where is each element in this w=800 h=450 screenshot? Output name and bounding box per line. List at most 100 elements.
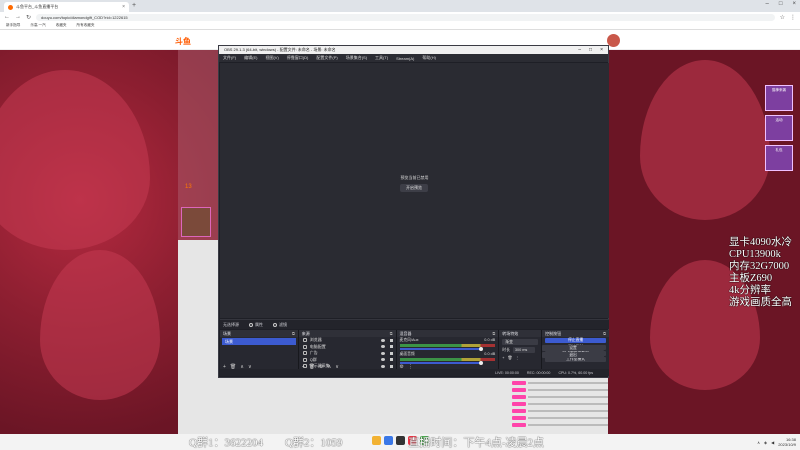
obs-close-icon[interactable]: × — [600, 47, 603, 53]
obs-preview[interactable]: 预览当前已禁用 开启预览 — [220, 63, 609, 318]
clock-date: 2023/10/9 — [778, 442, 796, 447]
obs-minimize-icon[interactable]: – — [578, 47, 581, 53]
bookmark-item[interactable]: 收藏夹 — [56, 23, 67, 28]
visibility-eye-icon[interactable] — [380, 338, 385, 342]
exit-button[interactable]: 退出 — [542, 352, 604, 358]
audio-mixer-dock: 混音器 ⧉ 麦克风/Aux 0.0 dB 桌面音频 0.0 dB ⚙ ⋮ — [396, 330, 499, 370]
reload-icon[interactable]: ↻ — [26, 14, 31, 21]
volume-icon[interactable]: ◀ — [771, 440, 774, 445]
source-name: 广告 — [309, 350, 318, 356]
visibility-eye-icon[interactable] — [380, 351, 385, 355]
channel-name: 麦克风/Aux — [399, 338, 419, 342]
properties-button[interactable]: 属性 — [249, 322, 263, 328]
side-ad[interactable]: 活动 — [765, 115, 793, 141]
minimize-icon[interactable]: – — [766, 1, 769, 7]
channel-db: 0.0 dB — [484, 352, 496, 356]
window-controls: – □ × — [766, 1, 796, 7]
lock-icon[interactable] — [389, 358, 393, 362]
side-ad[interactable]: 礼包 — [765, 145, 793, 171]
transitions-dock: 转场特效 渐变 时长 300 ms + 🗑 ⋮ — [499, 330, 542, 370]
transition-select[interactable]: 渐变 — [502, 339, 539, 345]
browser-tab-title: 斗鱼平台_斗鱼直播平台 — [16, 4, 59, 9]
remove-transition-icon[interactable]: 🗑 — [508, 355, 513, 360]
tray-arrow-icon[interactable]: ∧ — [757, 440, 760, 445]
browser-menu-icon[interactable]: ⋮ — [790, 14, 796, 21]
chat-line — [512, 407, 608, 414]
new-tab-icon[interactable]: + — [132, 2, 136, 9]
enable-preview-button[interactable]: 开启预览 — [400, 184, 428, 192]
obs-window: OBS 29.1.3 (64-bit, windows) - 配置文件: 未命名… — [218, 45, 609, 378]
lock-icon[interactable] — [389, 351, 393, 355]
visibility-eye-icon[interactable] — [380, 345, 385, 349]
menu-profile[interactable]: 配置文件(P) — [316, 55, 337, 61]
address-bar[interactable]: douyu.com/topic/diamondgift_COD?rid=1222… — [36, 13, 775, 21]
add-transition-icon[interactable]: + — [502, 356, 504, 360]
douyu-logo[interactable]: 斗鱼 — [175, 36, 191, 47]
close-window-icon[interactable]: × — [792, 1, 796, 7]
controls-title: 控制按钮 — [545, 330, 562, 336]
menu-stream[interactable]: Stream(A) — [396, 56, 414, 61]
forward-icon[interactable]: → — [15, 14, 21, 20]
obs-maximize-icon[interactable]: □ — [589, 47, 592, 53]
bookmark-item[interactable]: 所有收藏夹 — [77, 23, 95, 28]
chat-line — [512, 421, 608, 428]
system-tray: ∧ ◈ ◀ 16:38 2023/10/9 — [757, 437, 796, 447]
volume-slider[interactable] — [399, 347, 484, 351]
clock[interactable]: 16:38 2023/10/9 — [778, 437, 796, 447]
transition-actions: + 🗑 ⋮ — [502, 355, 538, 361]
maximize-icon[interactable]: □ — [779, 1, 783, 7]
duration-field[interactable]: 300 ms — [512, 347, 535, 353]
source-name: Q群 — [309, 356, 317, 362]
image-source-icon — [302, 351, 307, 356]
filter-icon — [273, 322, 277, 327]
controls-dock-header: 控制按钮 ⧉ — [542, 330, 609, 337]
source-name: 浏览器 — [309, 337, 322, 343]
visibility-eye-icon[interactable] — [380, 358, 385, 362]
bookmark-item[interactable]: 新手指导 — [6, 23, 20, 28]
back-icon[interactable]: ← — [4, 14, 10, 20]
streamer-avatar[interactable] — [181, 207, 211, 237]
settings-button[interactable]: 设置 — [542, 345, 604, 351]
filters-button[interactable]: 滤镜 — [273, 322, 287, 328]
undock-icon[interactable]: ⧉ — [390, 331, 393, 336]
mixer-title: 混音器 — [399, 330, 412, 336]
bookmark-star-icon[interactable]: ☆ — [780, 14, 785, 21]
menu-docks[interactable]: 停靠窗口(D) — [287, 55, 309, 61]
close-tab-icon[interactable]: × — [122, 4, 125, 10]
chat-list — [512, 372, 608, 432]
mixer-channel: 麦克风/Aux 0.0 dB — [397, 337, 499, 351]
image-source-icon — [302, 344, 307, 349]
undock-icon[interactable]: ⧉ — [603, 331, 606, 336]
browser-tab[interactable]: 斗鱼平台_斗鱼直播平台 × — [4, 2, 129, 12]
live-timer: LIVE: 00:00:00 — [495, 370, 519, 375]
lock-icon[interactable] — [389, 338, 393, 342]
transition-menu-icon[interactable]: ⋮ — [515, 355, 519, 360]
scenes-dock-header: 场景 ⧉ — [220, 330, 298, 337]
menu-file[interactable]: 文件(F) — [223, 55, 236, 61]
scene-list-item[interactable]: 场景 — [222, 338, 296, 345]
menu-scene-collection[interactable]: 场景集合(S) — [346, 55, 367, 61]
scenes-dock: 场景 ⧉ 场景 + 🗑 ∧ ∨ — [220, 330, 298, 370]
address-row: ← → ↻ douyu.com/topic/diamondgift_COD?ri… — [0, 12, 800, 22]
menu-tools[interactable]: 工具(T) — [375, 55, 388, 61]
network-icon[interactable]: ◈ — [764, 440, 767, 445]
spec-line: 游戏画质全高 — [729, 297, 792, 308]
spec-line: 显卡4090水冷 — [729, 237, 792, 248]
lock-icon[interactable] — [389, 345, 393, 349]
menu-view[interactable]: 视图(V) — [265, 55, 278, 61]
menu-edit[interactable]: 编辑(E) — [244, 55, 257, 61]
properties-label: 属性 — [255, 321, 263, 327]
channel-db: 0.0 dB — [484, 338, 496, 342]
spec-line: 4k分辨率 — [729, 285, 771, 296]
obs-status-bar: LIVE: 00:00:00 REC: 00:00:00 CPU: 0.7%, … — [220, 369, 609, 376]
obs-window-title: OBS 29.1.3 (64-bit, windows) - 配置文件: 未命名… — [224, 47, 336, 52]
undock-icon[interactable]: ⧉ — [492, 331, 495, 336]
undock-icon[interactable]: ⧉ — [292, 331, 295, 336]
side-ad[interactable]: 猫神来袭 — [765, 85, 793, 111]
filters-label: 滤镜 — [279, 321, 287, 327]
stop-streaming-button[interactable]: 停止直播 — [545, 338, 606, 343]
menu-help[interactable]: 帮助(H) — [422, 55, 436, 61]
bookmark-item[interactable]: 乐高 一汽 — [30, 23, 45, 28]
sources-dock-header: 来源 ⧉ — [298, 330, 396, 337]
obs-title-bar: OBS 29.1.3 (64-bit, windows) - 配置文件: 未命名… — [219, 46, 608, 54]
